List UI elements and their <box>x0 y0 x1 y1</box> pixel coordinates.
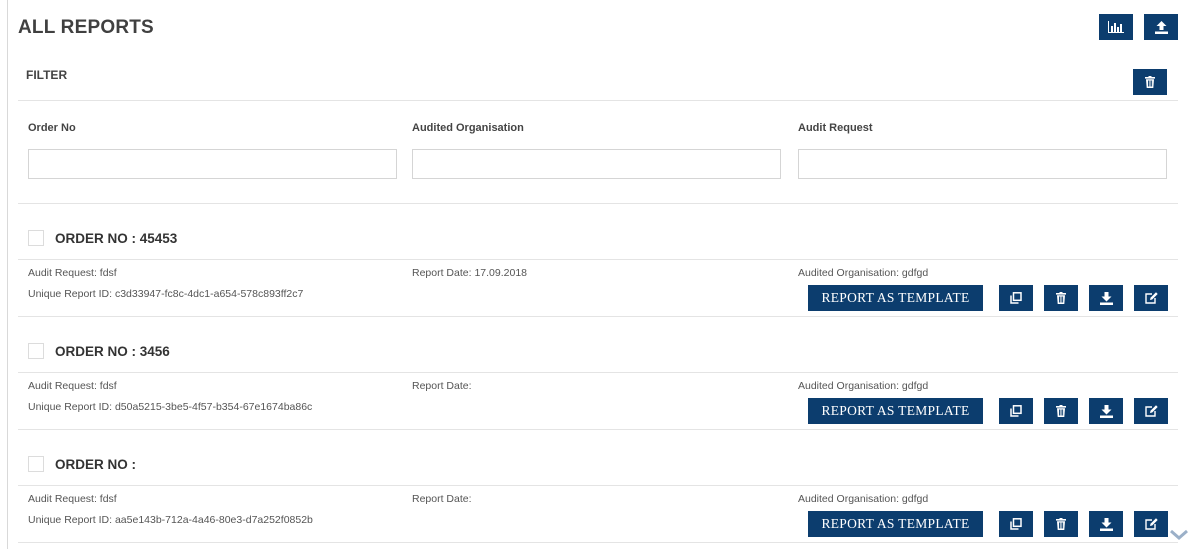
report-checkbox[interactable] <box>28 456 44 472</box>
download-icon <box>1099 291 1113 305</box>
upload-icon <box>1154 20 1168 34</box>
page-header: ALL REPORTS <box>18 0 1178 50</box>
order-number: ORDER NO : 45453 <box>55 231 178 246</box>
bar-chart-icon <box>1108 21 1124 33</box>
report-actions: REPORT AS TEMPLATE <box>808 398 1168 424</box>
audited-organisation-input[interactable] <box>412 149 781 179</box>
report-details: Audit Request: fdsf Unique Report ID: d5… <box>18 373 1178 430</box>
report-header: ORDER NO : 3456 <box>18 317 1178 373</box>
audit-request-text: Audit Request: fdsf <box>28 267 117 279</box>
header-actions <box>1099 14 1178 40</box>
delete-report-button[interactable] <box>1044 511 1078 537</box>
edit-report-button[interactable] <box>1134 398 1168 424</box>
chevron-down-icon <box>1170 529 1188 540</box>
audited-organisation-label: Audited Organisation <box>412 122 524 134</box>
audit-request-text: Audit Request: fdsf <box>28 380 117 392</box>
report-item: ORDER NO : Audit Request: fdsf Unique Re… <box>18 430 1178 543</box>
copy-report-button[interactable] <box>999 285 1033 311</box>
report-date: Report Date: <box>412 380 472 392</box>
report-item: ORDER NO : 3456 Audit Request: fdsf Uniq… <box>18 317 1178 430</box>
unique-report-id: Unique Report ID: d50a5215-3be5-4f57-b35… <box>28 401 313 413</box>
report-details: Audit Request: fdsf Unique Report ID: c3… <box>18 260 1178 317</box>
upload-button[interactable] <box>1144 14 1178 40</box>
report-date: Report Date: 17.09.2018 <box>412 267 527 279</box>
audit-request-text: Audit Request: fdsf <box>28 493 117 505</box>
report-item: ORDER NO : 45453 Audit Request: fdsf Uni… <box>18 204 1178 317</box>
report-details: Audit Request: fdsf Unique Report ID: aa… <box>18 486 1178 543</box>
copy-icon <box>1010 292 1022 304</box>
download-report-button[interactable] <box>1089 285 1123 311</box>
audit-request-input[interactable] <box>798 149 1167 179</box>
download-report-button[interactable] <box>1089 511 1123 537</box>
edit-icon <box>1144 405 1158 417</box>
trash-icon <box>1056 292 1066 304</box>
order-number: ORDER NO : 3456 <box>55 344 170 359</box>
trash-icon <box>1056 405 1066 417</box>
filter-header: FILTER <box>18 54 1178 101</box>
edit-icon <box>1144 518 1158 530</box>
unique-report-id: Unique Report ID: c3d33947-fc8c-4dc1-a65… <box>28 288 304 300</box>
edit-report-button[interactable] <box>1134 511 1168 537</box>
trash-icon <box>1056 518 1066 530</box>
copy-icon <box>1010 405 1022 417</box>
download-icon <box>1099 404 1113 418</box>
page-title: ALL REPORTS <box>18 17 154 38</box>
trash-icon <box>1145 76 1155 88</box>
edit-report-button[interactable] <box>1134 285 1168 311</box>
report-header: ORDER NO : <box>18 430 1178 486</box>
copy-report-button[interactable] <box>999 398 1033 424</box>
clear-filter-button[interactable] <box>1133 69 1167 95</box>
scroll-down-button[interactable] <box>1168 526 1190 544</box>
unique-report-id: Unique Report ID: aa5e143b-712a-4a46-80e… <box>28 514 313 526</box>
download-report-button[interactable] <box>1089 398 1123 424</box>
delete-report-button[interactable] <box>1044 285 1078 311</box>
report-actions: REPORT AS TEMPLATE <box>808 285 1168 311</box>
audited-organisation-text: Audited Organisation: gdfgd <box>798 380 929 392</box>
audited-organisation-text: Audited Organisation: gdfgd <box>798 267 929 279</box>
delete-report-button[interactable] <box>1044 398 1078 424</box>
filter-fields: Order No Audited Organisation Audit Requ… <box>18 101 1178 204</box>
copy-report-button[interactable] <box>999 511 1033 537</box>
report-actions: REPORT AS TEMPLATE <box>808 511 1168 537</box>
order-no-input[interactable] <box>28 149 397 179</box>
audit-request-label: Audit Request <box>798 122 873 134</box>
download-icon <box>1099 517 1113 531</box>
left-border <box>7 0 8 549</box>
report-date: Report Date: <box>412 493 472 505</box>
audited-organisation-text: Audited Organisation: gdfgd <box>798 493 929 505</box>
order-number: ORDER NO : <box>55 457 136 472</box>
report-as-template-button[interactable]: REPORT AS TEMPLATE <box>808 398 983 424</box>
report-as-template-button[interactable]: REPORT AS TEMPLATE <box>808 285 983 311</box>
report-checkbox[interactable] <box>28 230 44 246</box>
report-checkbox[interactable] <box>28 343 44 359</box>
order-no-label: Order No <box>28 122 76 134</box>
edit-icon <box>1144 292 1158 304</box>
statistics-button[interactable] <box>1099 14 1133 40</box>
filter-title: FILTER <box>26 68 68 82</box>
report-as-template-button[interactable]: REPORT AS TEMPLATE <box>808 511 983 537</box>
copy-icon <box>1010 518 1022 530</box>
report-header: ORDER NO : 45453 <box>18 204 1178 260</box>
